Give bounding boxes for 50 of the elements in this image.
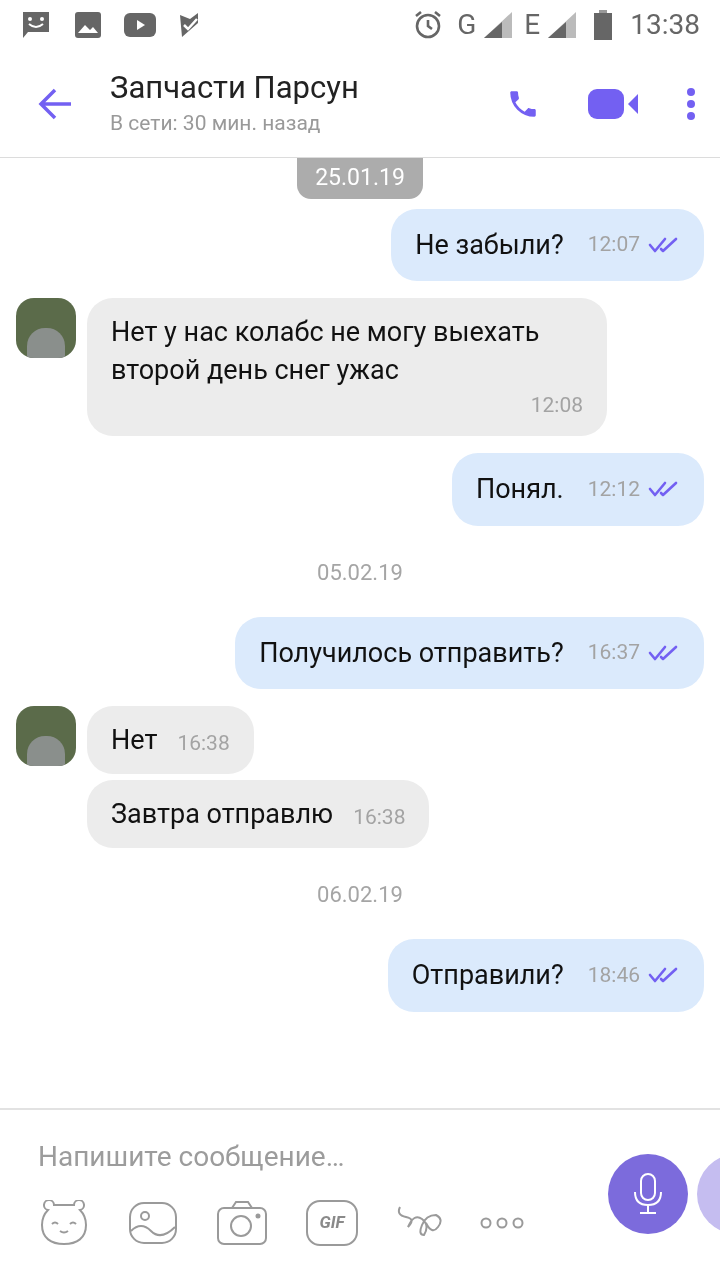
battery-icon [594,10,613,40]
message-time: 12:12 [587,475,640,503]
message-input[interactable]: Напишите сообщение… [38,1136,558,1178]
outgoing-message-bubble[interactable]: Получилось отправить? 16:37 [235,616,704,689]
video-camera-icon[interactable] [588,88,638,119]
outgoing-message-bubble[interactable]: Отправили? 18:46 [387,939,704,1012]
last-seen-status: В сети: 30 мин. назад [110,109,322,137]
message-text: Нет [111,723,158,758]
message-text: Понял. [475,472,564,507]
message-text: Не забыли? [415,227,564,263]
more-icon[interactable] [480,1216,524,1230]
camera-icon[interactable] [216,1200,268,1246]
microphone-icon [631,1172,665,1216]
message-time: 16:38 [353,804,406,831]
double-check-icon [648,643,680,662]
network-type: E [524,7,541,43]
avatar[interactable] [16,706,76,766]
signal-icon [548,12,577,38]
message-time: 16:37 [587,639,640,666]
double-check-icon [648,966,680,985]
more-options-icon[interactable] [686,86,696,121]
incoming-message-bubble[interactable]: Нет 16:38 [87,706,254,774]
avatar[interactable] [16,298,76,358]
sticker-icon[interactable] [38,1200,90,1246]
chat-title: Запчасти Парсун [110,67,359,108]
gallery-icon[interactable] [128,1201,178,1245]
message-text: Отправили? [411,958,564,993]
message-text: Завтра отправлю [111,797,334,832]
message-text: Получилось отправить? [259,635,564,671]
chat-icon [20,10,52,40]
outgoing-message-bubble[interactable]: Понял. 12:12 [451,453,704,526]
date-label: 25.01.19 [297,158,423,199]
message-time: 18:46 [587,961,640,989]
incoming-message-bubble[interactable]: Нет у нас колабс не могу выехать второй день снег ужас 12:08 [87,298,607,436]
double-check-icon [648,480,680,499]
clock: 13:38 [630,7,700,43]
date-label: 05.02.19 [317,558,403,587]
date-label: 06.02.19 [317,881,403,909]
message-time: 12:07 [587,231,640,258]
network-type: G [457,7,477,43]
message-time: 12:08 [530,392,583,419]
signal-icon [484,12,513,38]
incoming-message-bubble[interactable]: Завтра отправлю 16:38 [87,780,430,848]
message-text: Нет у нас колабс не могу выехать второй день снег ужас [111,315,541,388]
message-time: 16:38 [177,730,230,757]
back-arrow-icon [37,87,73,120]
play-icon [124,13,156,37]
image-icon [74,11,102,39]
outgoing-message-bubble[interactable]: Не забыли? 12:07 [391,208,704,281]
double-check-icon [648,235,680,254]
